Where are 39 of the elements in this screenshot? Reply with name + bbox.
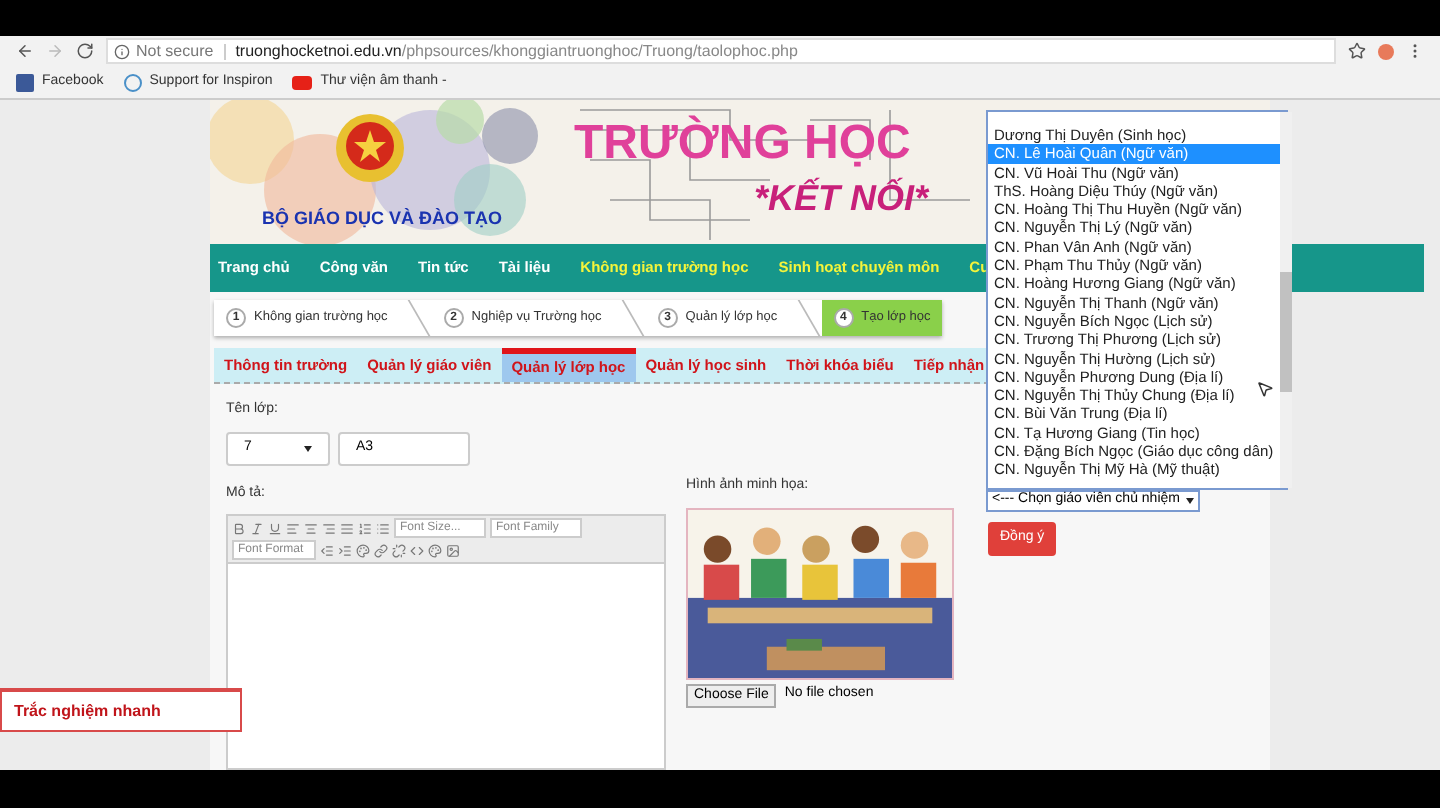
emblem-icon bbox=[334, 112, 406, 184]
toolbar-icon[interactable] bbox=[268, 521, 282, 535]
toolbar-icon[interactable] bbox=[232, 521, 246, 535]
banner-subtitle: *KẾT NỐI* bbox=[754, 180, 929, 216]
toolbar-icon[interactable] bbox=[410, 543, 424, 557]
toolbar-icon[interactable] bbox=[374, 543, 388, 557]
url-text: truonghocketnoi.edu.vn/phpsources/khonggiantruonghoc/Truong/taolophoc.php bbox=[235, 39, 798, 63]
security-label: Not secure bbox=[136, 39, 214, 63]
extension-icon[interactable] bbox=[1378, 43, 1394, 59]
play-icon bbox=[292, 75, 313, 89]
address-bar[interactable]: Not secure truonghocketnoi.edu.vn/phpsources/khonggiantruonghoc/Truong/taolophoc.php bbox=[106, 38, 1336, 64]
ministry-name: BỘ GIÁO DỤC VÀ ĐÀO TẠO bbox=[262, 206, 503, 232]
toolbar-icon[interactable] bbox=[358, 521, 372, 535]
globe-icon bbox=[123, 73, 142, 91]
toolbar-icon[interactable] bbox=[304, 521, 318, 535]
banner-title: TRƯỜNG HỌC bbox=[574, 120, 911, 168]
scrollbar[interactable] bbox=[1279, 112, 1292, 488]
dropdown-icon bbox=[1185, 498, 1194, 504]
dropdown-icon bbox=[304, 445, 312, 451]
info-icon bbox=[114, 43, 130, 59]
toolbar-icon[interactable] bbox=[392, 543, 406, 557]
quick-quiz-button[interactable]: Trắc nghiệm nhanh bbox=[0, 688, 242, 732]
cursor-icon bbox=[1256, 380, 1274, 398]
facebook-icon bbox=[16, 73, 34, 91]
toolbar-icon[interactable] bbox=[320, 543, 334, 557]
toolbar-icon[interactable] bbox=[338, 543, 352, 557]
bookmark-star-icon[interactable] bbox=[1348, 42, 1366, 60]
toolbar-icon[interactable] bbox=[286, 521, 300, 535]
reload-icon[interactable] bbox=[76, 42, 94, 60]
toolbar-icon[interactable] bbox=[322, 521, 336, 535]
toolbar-icon[interactable] bbox=[340, 521, 354, 535]
toolbar-icon[interactable] bbox=[428, 543, 442, 557]
back-icon[interactable] bbox=[16, 42, 34, 60]
toolbar-icon[interactable] bbox=[376, 521, 390, 535]
toolbar-icon[interactable] bbox=[250, 521, 264, 535]
scrollbar-thumb[interactable] bbox=[1279, 272, 1292, 392]
toolbar-icon[interactable] bbox=[446, 543, 460, 557]
toolbar-icon[interactable] bbox=[356, 543, 370, 557]
teacher-list[interactable] bbox=[986, 110, 1288, 490]
